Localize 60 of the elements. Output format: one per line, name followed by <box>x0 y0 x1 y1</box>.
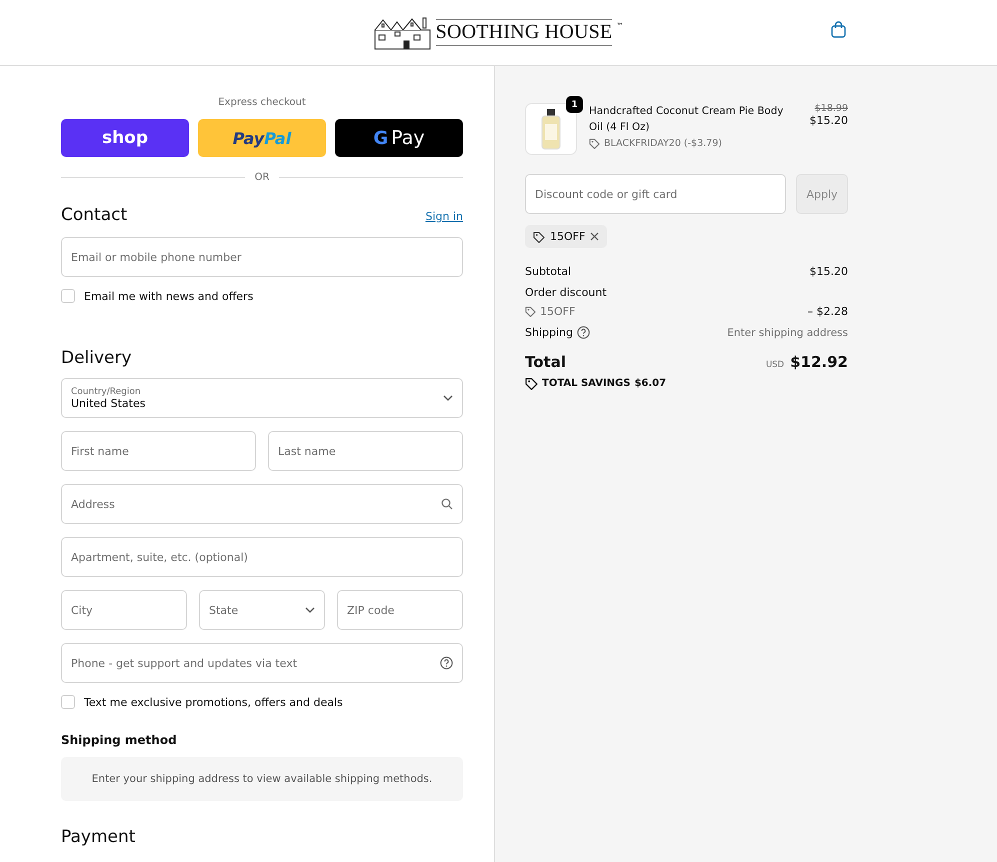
total-savings-value: $6.07 <box>634 378 666 389</box>
tag-icon <box>533 230 545 242</box>
total-value: $12.92 <box>790 353 848 371</box>
checkbox[interactable] <box>61 695 75 709</box>
checkbox-label: Email me with news and offers <box>84 290 254 302</box>
search-icon <box>441 498 453 510</box>
quantity-badge: 1 <box>566 96 583 113</box>
help-icon[interactable] <box>577 326 590 339</box>
tag-icon <box>525 306 536 317</box>
input-field[interactable]: City <box>61 590 187 630</box>
input-field[interactable]: Last name <box>268 431 463 471</box>
section-heading: Shipping method <box>61 733 178 747</box>
tag-icon <box>589 138 600 149</box>
input-field[interactable]: Email or mobile phone number <box>61 237 463 277</box>
paypal-button[interactable]: PayPal <box>198 119 326 157</box>
close-icon[interactable] <box>590 232 600 241</box>
bottle-drawing <box>540 108 562 150</box>
currency-label: USD <box>766 360 784 370</box>
input-field[interactable]: Phone - get support and updates via text <box>61 643 463 683</box>
input-field[interactable]: Apartment, suite, etc. (optional) <box>61 537 463 577</box>
section-heading: Delivery <box>61 348 133 368</box>
discount-code: 15OFF <box>540 305 576 318</box>
shopping-bag-icon[interactable] <box>831 21 846 38</box>
chevron-down-icon <box>305 607 315 613</box>
total-label: Total <box>525 353 566 371</box>
or-divider-label: OR <box>254 172 270 183</box>
input-field[interactable]: First name <box>61 431 256 471</box>
checkbox[interactable] <box>61 289 75 303</box>
section-heading: Payment <box>61 827 136 847</box>
sign-in-link[interactable]: Sign in <box>425 210 463 223</box>
product-name: Handcrafted Coconut Cream Pie Body Oil (4 Fl Oz) <box>589 104 784 135</box>
order-discount-label: Order discount <box>525 286 607 299</box>
country-select[interactable]: Country/Region United States <box>61 378 463 418</box>
brand-name: SOOTHING HOUSE <box>436 19 612 46</box>
total-savings-label: TOTAL SAVINGS <box>542 378 630 389</box>
item-discount: BLACKFRIDAY20 (-$3.79) <box>604 138 722 149</box>
shipping-method-notice: Enter your shipping address to view available shipping methods. <box>61 757 463 801</box>
input-field[interactable]: ZIP code <box>337 590 463 630</box>
subtotal-value: $15.20 <box>810 265 848 278</box>
discount-code: 15OFF <box>550 230 586 243</box>
house-logo-icon <box>374 16 432 50</box>
express-checkout-label: Express checkout <box>217 97 307 108</box>
help-icon[interactable] <box>440 656 453 670</box>
select-field[interactable]: State <box>199 590 325 630</box>
checkbox-label: Text me exclusive promotions, offers and deals <box>84 696 343 708</box>
google-pay-button[interactable]: G Pay <box>335 119 463 157</box>
original-price: $18.99 <box>814 103 848 114</box>
discount-value: – $2.28 <box>808 305 848 318</box>
field-value: United States <box>71 396 146 410</box>
shipping-label: Shipping <box>525 326 573 339</box>
subtotal-label: Subtotal <box>525 265 572 278</box>
item-price: $15.20 <box>810 114 848 127</box>
shipping-value: Enter shipping address <box>727 326 848 338</box>
input-field[interactable]: Address <box>61 484 463 524</box>
field-label: Country/Region <box>71 386 142 396</box>
chevron-down-icon <box>443 395 453 401</box>
section-heading: Contact <box>61 205 128 225</box>
tag-icon <box>525 377 538 390</box>
input-field[interactable]: Discount code or gift card <box>525 174 786 214</box>
shop-pay-button[interactable]: shop <box>61 119 189 157</box>
